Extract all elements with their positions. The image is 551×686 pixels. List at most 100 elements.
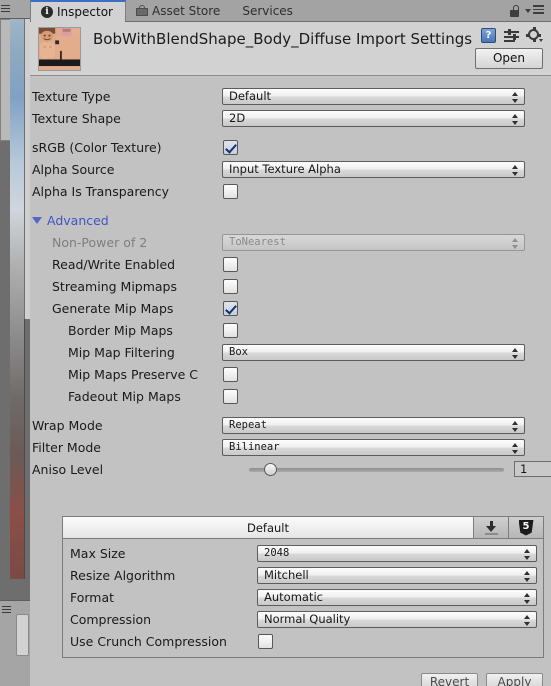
filter-mode-dropdown[interactable]: Bilinear (222, 438, 525, 456)
chevron-updown-icon (512, 91, 519, 103)
platform-tab-standalone[interactable] (474, 517, 509, 538)
advanced-label: Advanced (47, 212, 109, 228)
alpha-is-transparency-checkbox[interactable] (223, 183, 238, 199)
streaming-mipmaps-checkbox[interactable] (223, 278, 238, 294)
texture-shape-label: Texture Shape (32, 110, 121, 126)
slider-track (249, 467, 504, 472)
info-icon: i (41, 5, 53, 18)
resize-algorithm-dropdown[interactable]: Mitchell (257, 566, 537, 584)
border-mip-maps-checkbox[interactable] (223, 322, 238, 338)
row-streaming-mipmaps: Streaming Mipmaps (30, 275, 551, 297)
tab-services[interactable]: Services (232, 0, 305, 21)
row-aniso-level: Aniso Level 1 (30, 458, 551, 480)
standalone-download-icon (484, 520, 498, 535)
platform-tab-default[interactable]: Default (63, 517, 474, 538)
texture-shape-dropdown[interactable]: 2D (222, 109, 525, 127)
row-filter-mode: Filter Mode Bilinear (30, 436, 551, 458)
texture-thumbnail[interactable] (38, 27, 81, 71)
wrap-mode-dropdown[interactable]: Repeat (222, 416, 525, 434)
row-wrap-mode: Wrap Mode Repeat (30, 414, 551, 436)
chevron-updown-icon (524, 592, 531, 604)
non-power-of-2-label: Non-Power of 2 (52, 234, 148, 250)
open-button[interactable]: Open (475, 48, 543, 69)
help-icon[interactable]: ? (481, 28, 496, 43)
settings-body: Texture Type Default Texture Shape 2D sR… (30, 76, 551, 480)
row-texture-type: Texture Type Default (30, 85, 551, 107)
header-icon-group: ? (481, 27, 543, 43)
row-border-mip-maps: Border Mip Maps (30, 319, 551, 341)
chevron-updown-icon (512, 420, 519, 432)
max-size-dropdown[interactable]: 2048 (257, 544, 537, 562)
use-crunch-compression-checkbox[interactable] (258, 633, 273, 649)
texture-type-label: Texture Type (32, 88, 111, 104)
row-alpha-source: Alpha Source Input Texture Alpha (30, 158, 551, 180)
fadeout-mip-maps-label: Fadeout Mip Maps (68, 388, 181, 404)
footer-bar: Revert Apply (30, 667, 551, 686)
panel-menu-icon[interactable] (525, 5, 544, 16)
tab-services-label: Services (242, 3, 293, 18)
chevron-down-icon (32, 217, 42, 224)
tab-inspector[interactable]: i Inspector (30, 0, 126, 22)
texture-type-dropdown[interactable]: Default (222, 87, 525, 105)
compression-dropdown[interactable]: Normal Quality (257, 610, 537, 628)
apply-button[interactable]: Apply (486, 673, 543, 686)
chevron-updown-icon (524, 548, 531, 560)
mip-map-filtering-dropdown[interactable]: Box (222, 343, 525, 361)
slider-handle[interactable] (263, 462, 277, 476)
read-write-enabled-checkbox[interactable] (223, 256, 238, 272)
max-size-label: Max Size (70, 545, 126, 561)
thumbnail-art (39, 28, 80, 70)
mip-map-filtering-label: Mip Map Filtering (68, 344, 175, 360)
chevron-updown-icon (524, 614, 531, 626)
page-title: BobWithBlendShape_Body_Diffuse Import Se… (93, 30, 473, 48)
resize-algorithm-label: Resize Algorithm (70, 567, 176, 583)
tab-asset-store[interactable]: Asset Store (126, 0, 232, 21)
aniso-level-value-field[interactable]: 1 (514, 461, 551, 477)
alpha-is-transparency-label: Alpha Is Transparency (32, 183, 170, 199)
row-compression: Compression Normal Quality (63, 608, 543, 630)
inspector-window: i Inspector Asset Store Services BobWith… (0, 0, 551, 686)
format-dropdown[interactable]: Automatic (257, 588, 537, 606)
srgb-checkbox[interactable] (223, 139, 238, 155)
sliver-menu-icon-2[interactable] (2, 606, 11, 613)
lock-icon[interactable] (509, 4, 520, 17)
sliver-menu-icon[interactable] (1, 5, 10, 12)
mip-maps-preserve-coverage-checkbox[interactable] (223, 366, 238, 382)
tab-asset-store-label: Asset Store (151, 3, 221, 18)
compression-label: Compression (70, 611, 152, 627)
generate-mip-maps-checkbox[interactable] (223, 300, 238, 316)
sliver-scroll-thumb[interactable] (16, 614, 29, 656)
read-write-enabled-label: Read/Write Enabled (52, 256, 176, 272)
tab-inspector-label: Inspector (57, 4, 113, 19)
row-max-size: Max Size 2048 (63, 542, 543, 564)
advanced-foldout[interactable]: Advanced (30, 209, 551, 231)
platform-tab-webgl[interactable]: 5 (509, 517, 543, 538)
gear-icon[interactable] (526, 27, 543, 43)
row-alpha-is-transparency: Alpha Is Transparency (30, 180, 551, 202)
adjacent-panel-sliver (0, 0, 30, 686)
chevron-updown-icon (512, 347, 519, 359)
border-mip-maps-label: Border Mip Maps (68, 322, 173, 338)
row-texture-shape: Texture Shape 2D (30, 107, 551, 129)
use-crunch-compression-label: Use Crunch Compression (70, 633, 227, 649)
preset-icon[interactable] (504, 28, 519, 43)
row-format: Format Automatic (63, 586, 543, 608)
aniso-level-label: Aniso Level (32, 461, 104, 477)
revert-button[interactable]: Revert (421, 673, 478, 686)
alpha-source-dropdown[interactable]: Input Texture Alpha (222, 160, 525, 178)
chevron-updown-icon (512, 164, 519, 176)
srgb-label: sRGB (Color Texture) (32, 139, 162, 155)
aniso-level-slider[interactable] (249, 462, 504, 477)
row-fadeout-mip-maps: Fadeout Mip Maps (30, 385, 551, 407)
platform-tab-bar: Default 5 (63, 517, 543, 539)
wrap-mode-label: Wrap Mode (32, 417, 103, 433)
html5-webgl-icon: 5 (518, 519, 534, 536)
chevron-updown-icon (524, 570, 531, 582)
fadeout-mip-maps-checkbox[interactable] (223, 388, 238, 404)
store-icon (135, 5, 148, 16)
platform-settings-box: Default 5 Max Size 2048 Resize Algorithm (62, 516, 544, 658)
generate-mip-maps-label: Generate Mip Maps (52, 300, 174, 316)
